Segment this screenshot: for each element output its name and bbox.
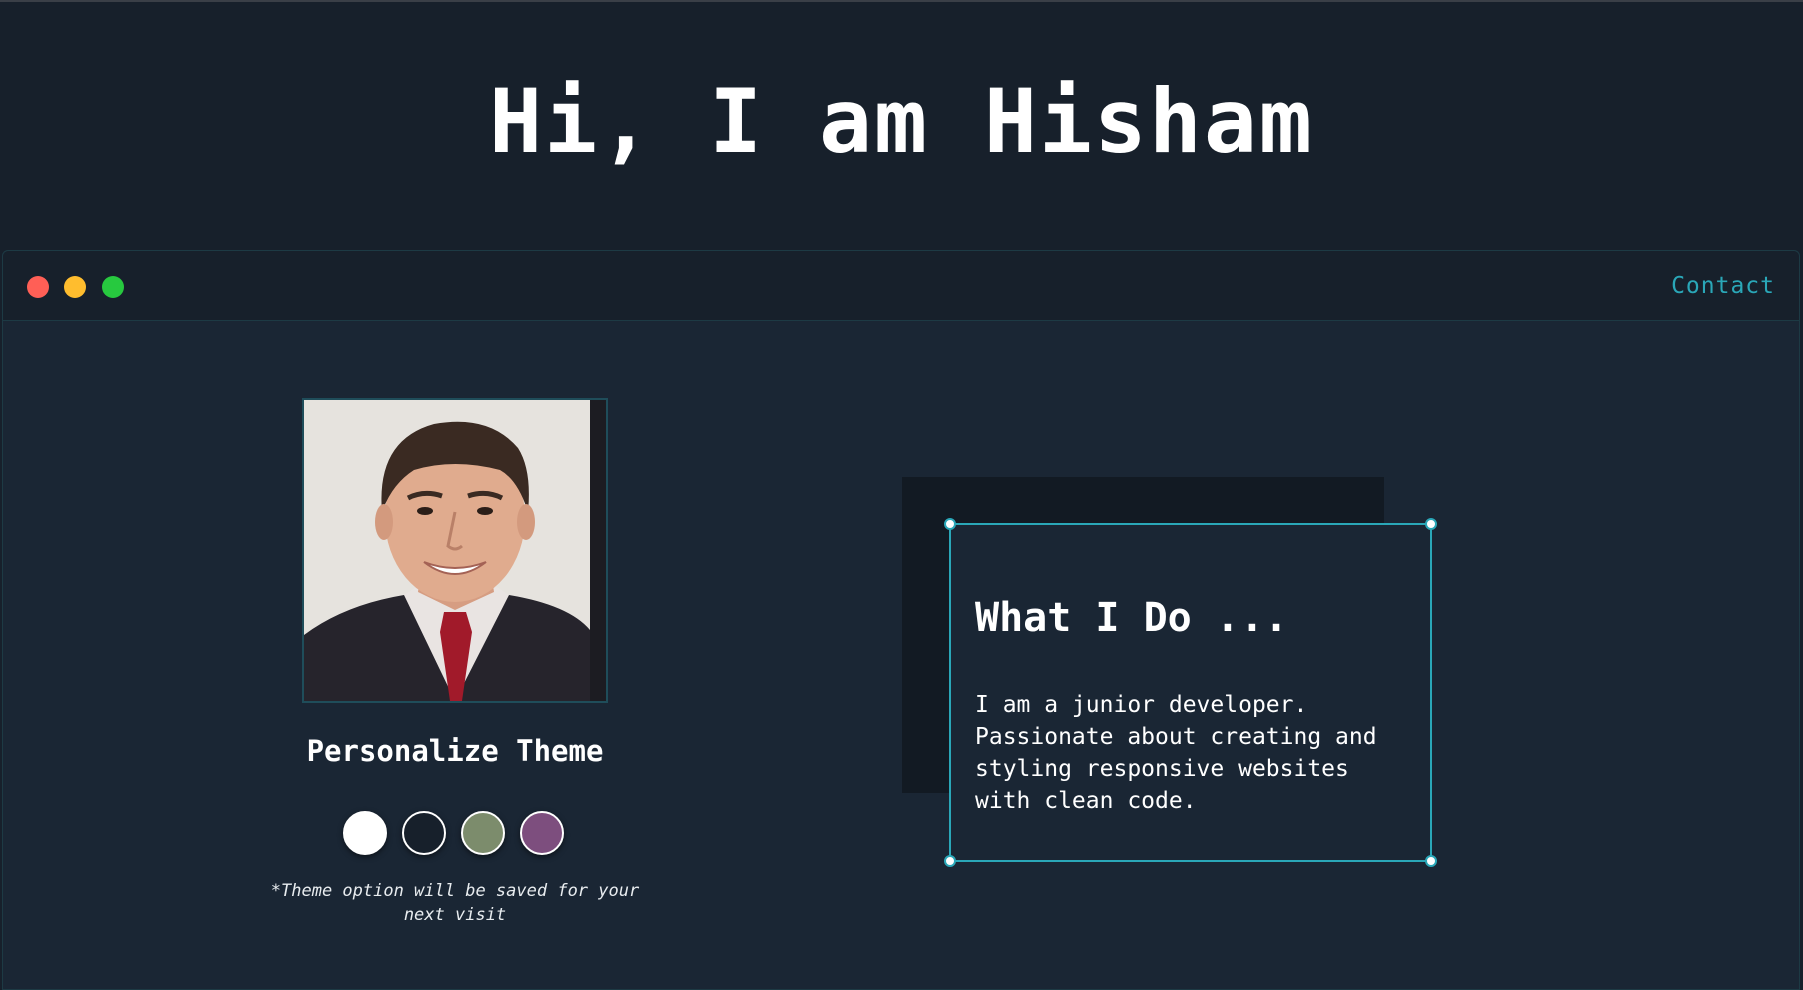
top-border bbox=[0, 0, 1803, 2]
theme-swatches bbox=[343, 811, 573, 857]
maximize-control[interactable] bbox=[102, 276, 124, 298]
window-title-bar: Contact bbox=[3, 251, 1799, 321]
theme-swatch-light[interactable] bbox=[343, 811, 387, 855]
theme-swatch-purple[interactable] bbox=[520, 811, 564, 855]
what-i-do-body: I am a junior developer. Passionate abou… bbox=[975, 692, 1377, 814]
resize-handle-top-right[interactable] bbox=[1425, 518, 1437, 530]
hero-title: Hi, I am Hisham bbox=[489, 70, 1314, 173]
contact-link[interactable]: Contact bbox=[1671, 273, 1775, 299]
resize-handle-top-left[interactable] bbox=[944, 518, 956, 530]
browser-window: Contact Personalize Theme *Theme option … bbox=[2, 250, 1800, 990]
close-control[interactable] bbox=[27, 276, 49, 298]
minimize-control[interactable] bbox=[64, 276, 86, 298]
what-i-do-title: What I Do ... bbox=[975, 595, 1289, 641]
theme-note: *Theme option will be saved for your nex… bbox=[270, 881, 640, 925]
profile-photo-image bbox=[304, 400, 606, 701]
theme-swatch-green[interactable] bbox=[461, 811, 505, 855]
personalize-theme-title: Personalize Theme bbox=[306, 734, 604, 768]
theme-swatch-dark[interactable] bbox=[402, 811, 446, 855]
resize-handle-bottom-right[interactable] bbox=[1425, 855, 1437, 867]
profile-photo bbox=[302, 398, 608, 703]
what-i-do-card: What I Do ... I am a junior developer. P… bbox=[944, 518, 1437, 867]
resize-handle-bottom-left[interactable] bbox=[944, 855, 956, 867]
